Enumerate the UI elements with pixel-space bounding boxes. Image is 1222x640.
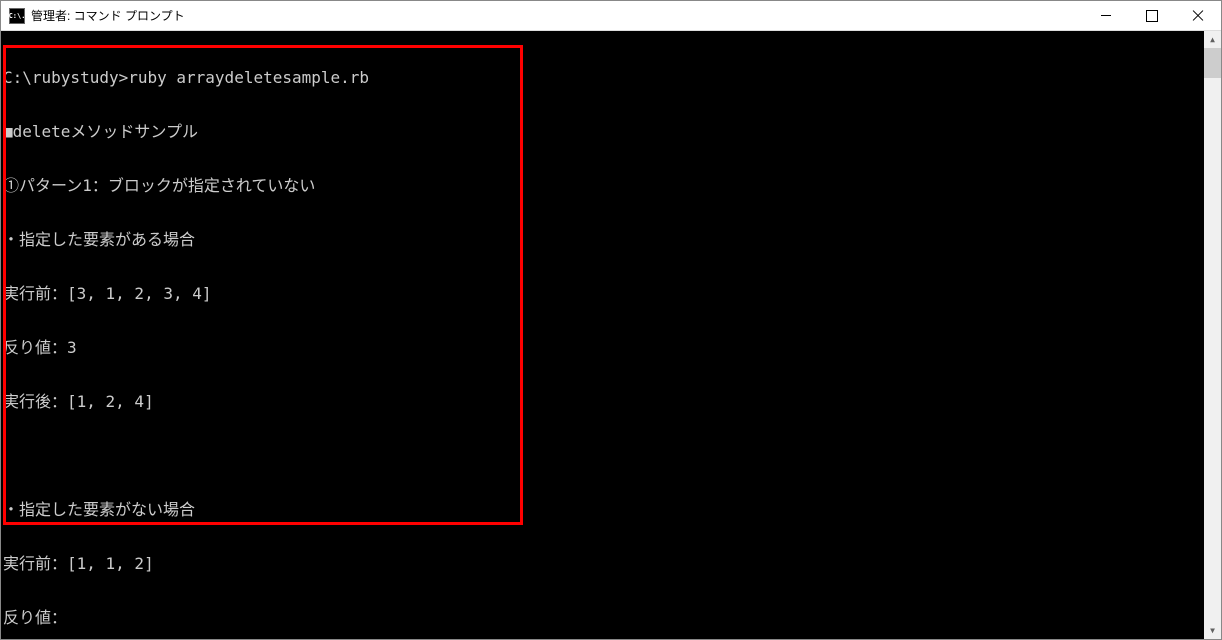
cmd-window: C:\. 管理者: コマンド プロンプト C:\rubystudy>ruby a…	[0, 0, 1222, 640]
terminal-line: ・指定した要素がある場合	[3, 231, 1219, 249]
vertical-scrollbar[interactable]: ▲ ▼	[1204, 31, 1221, 639]
terminal-output[interactable]: C:\rubystudy>ruby arraydeletesample.rb ■…	[1, 33, 1221, 639]
titlebar[interactable]: C:\. 管理者: コマンド プロンプト	[1, 1, 1221, 31]
terminal-line: ■deleteメソッドサンプル	[3, 123, 1219, 141]
terminal-line: 実行前：[1, 1, 2]	[3, 555, 1219, 573]
terminal-line: C:\rubystudy>ruby arraydeletesample.rb	[3, 69, 1219, 87]
cmd-icon: C:\.	[9, 8, 25, 24]
terminal-line: 反り値：	[3, 609, 1219, 627]
terminal-line: ①パターン1：ブロックが指定されていない	[3, 177, 1219, 195]
maximize-icon	[1146, 10, 1158, 22]
minimize-button[interactable]	[1083, 1, 1129, 30]
minimize-icon	[1101, 15, 1111, 16]
scroll-thumb[interactable]	[1204, 48, 1221, 78]
close-button[interactable]	[1175, 1, 1221, 30]
window-controls	[1083, 1, 1221, 30]
terminal-line: 実行後：[1, 2, 4]	[3, 393, 1219, 411]
maximize-button[interactable]	[1129, 1, 1175, 30]
close-icon	[1192, 10, 1204, 22]
window-title: 管理者: コマンド プロンプト	[31, 7, 1083, 24]
terminal-wrap: C:\rubystudy>ruby arraydeletesample.rb ■…	[1, 31, 1221, 639]
terminal-line: 実行前：[3, 1, 2, 3, 4]	[3, 285, 1219, 303]
terminal-line: ・指定した要素がない場合	[3, 501, 1219, 519]
scroll-track[interactable]	[1204, 48, 1221, 622]
scroll-up-arrow-icon[interactable]: ▲	[1204, 31, 1221, 48]
scroll-down-arrow-icon[interactable]: ▼	[1204, 622, 1221, 639]
terminal-line: 反り値：3	[3, 339, 1219, 357]
terminal-line	[3, 447, 1219, 465]
